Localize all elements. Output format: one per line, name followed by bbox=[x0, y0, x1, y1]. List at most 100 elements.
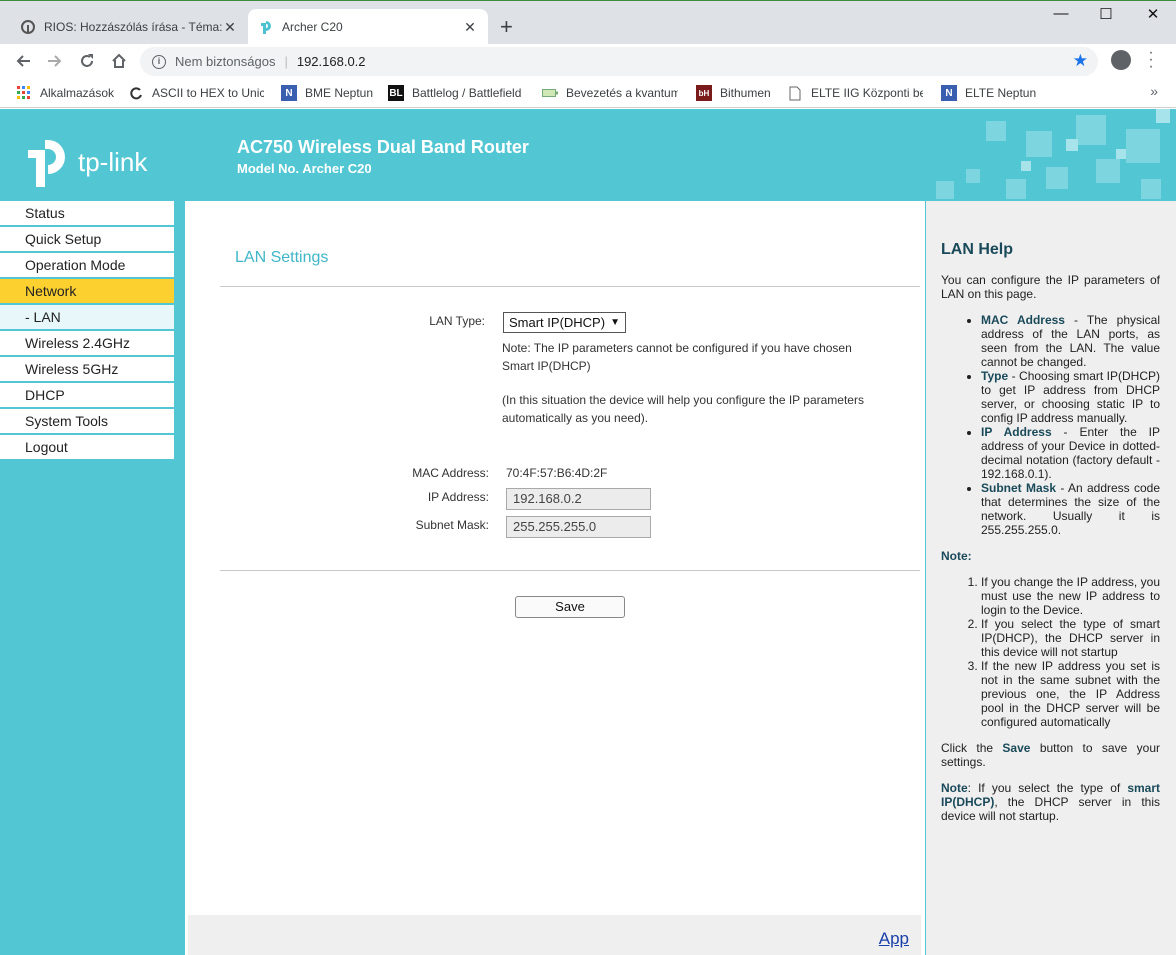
back-arrow-icon[interactable] bbox=[12, 50, 34, 72]
bookmark-label: Bithumen bbox=[720, 86, 771, 100]
more-bookmarks-icon[interactable]: » bbox=[1150, 83, 1158, 99]
menu-item-wireless-5[interactable]: Wireless 5GHz bbox=[0, 357, 174, 381]
app-link[interactable]: App bbox=[879, 929, 909, 949]
browser-menu-icon[interactable]: · · · bbox=[1146, 45, 1156, 75]
profile-avatar-icon[interactable] bbox=[1111, 50, 1131, 70]
bookmarks-bar: Alkalmazások ASCII to HEX to Unico N BME… bbox=[0, 78, 1176, 108]
menu-item-system-tools[interactable]: System Tools bbox=[0, 409, 174, 433]
bookmark-star-icon[interactable]: ★ bbox=[1073, 51, 1088, 71]
mac-address-label: MAC Address: bbox=[412, 466, 489, 480]
tab-rios[interactable]: RIOS: Hozzászólás írása - Téma: M ✕ bbox=[10, 9, 248, 45]
ip-address-label: IP Address: bbox=[427, 490, 489, 504]
help-item: Type - Choosing smart IP(DHCP) to get IP… bbox=[981, 369, 1160, 425]
header-decoration bbox=[936, 109, 1170, 199]
menu-item-wireless-24[interactable]: Wireless 2.4GHz bbox=[0, 331, 174, 355]
bookmark-label: Battlelog / Battlefield bbox=[412, 86, 522, 100]
divider: | bbox=[284, 54, 288, 69]
bookmark-battlelog[interactable]: BL Battlelog / Battlefield bbox=[388, 85, 524, 101]
bookmark-kvantum[interactable]: Bevezetés a kvantum bbox=[542, 85, 678, 101]
battlelog-icon: BL bbox=[388, 85, 404, 101]
new-tab-button[interactable]: + bbox=[500, 14, 513, 40]
subnet-mask-label: Subnet Mask: bbox=[415, 518, 489, 532]
brand-name: tp-link bbox=[78, 146, 148, 177]
reload-icon[interactable] bbox=[76, 50, 98, 72]
menu-item-lan[interactable]: - LAN bbox=[0, 305, 174, 329]
menu-item-operation-mode[interactable]: Operation Mode bbox=[0, 253, 174, 277]
browser-toolbar: i Nem biztonságos | 192.168.0.2 ★ · · · bbox=[0, 44, 1176, 78]
help-field-list: MAC Address - The physical address of th… bbox=[981, 313, 1160, 537]
help-note-title: Note: bbox=[941, 549, 972, 563]
bithumen-icon: bH bbox=[696, 85, 712, 101]
bookmark-label: ELTE Neptun bbox=[965, 86, 1037, 100]
dhcp-note: Note: The IP parameters cannot be config… bbox=[502, 339, 882, 375]
home-icon[interactable] bbox=[108, 50, 130, 72]
minimize-button[interactable]: — bbox=[1038, 5, 1084, 22]
menu-item-quick-setup[interactable]: Quick Setup bbox=[0, 227, 174, 251]
bookmark-label: ELTE IIG Központi bej bbox=[811, 86, 923, 100]
close-window-button[interactable]: ✕ bbox=[1130, 5, 1176, 23]
forum-favicon-icon bbox=[20, 19, 36, 35]
auto-config-note-line: automatically as you need). bbox=[502, 411, 649, 425]
forward-arrow-icon[interactable] bbox=[44, 50, 66, 72]
help-intro: You can configure the IP parameters of L… bbox=[941, 273, 1160, 301]
page-footer: App bbox=[188, 915, 921, 955]
bookmark-label: ASCII to HEX to Unico bbox=[152, 86, 264, 100]
security-label: Nem biztonságos bbox=[175, 54, 276, 69]
tab-title: Archer C20 bbox=[282, 20, 343, 34]
bookmark-ascii[interactable]: ASCII to HEX to Unico bbox=[128, 85, 264, 101]
help-note-item: If you change the IP address, you must u… bbox=[981, 575, 1160, 617]
save-button[interactable]: Save bbox=[515, 596, 625, 618]
bookmark-bithumen[interactable]: bH Bithumen bbox=[696, 85, 771, 101]
info-icon[interactable]: i bbox=[152, 54, 166, 69]
url-text[interactable]: 192.168.0.2 bbox=[297, 54, 366, 69]
router-page: tp-link AC750 Wireless Dual Band Router … bbox=[0, 109, 1176, 955]
neptun-icon: N bbox=[281, 85, 297, 101]
battery-icon bbox=[542, 85, 558, 101]
rotate-icon bbox=[128, 85, 144, 101]
divider bbox=[220, 286, 920, 287]
help-final-note: Note: If you select the type of smart IP… bbox=[941, 781, 1160, 823]
help-note-list: If you change the IP address, you must u… bbox=[981, 575, 1160, 729]
menu-item-dhcp[interactable]: DHCP bbox=[0, 383, 174, 407]
page-icon bbox=[787, 85, 803, 101]
address-bar[interactable]: i Nem biztonságos | 192.168.0.2 ★ bbox=[140, 47, 1098, 76]
mac-address-value: 70:4F:57:B6:4D:2F bbox=[506, 466, 608, 480]
tab-strip: RIOS: Hozzászólás írása - Téma: M ✕ Arch… bbox=[0, 0, 1176, 45]
apps-grid-icon bbox=[16, 85, 32, 101]
dropdown-arrow-icon: ▼ bbox=[610, 317, 620, 328]
help-title: LAN Help bbox=[941, 241, 1013, 258]
maximize-button[interactable]: ☐ bbox=[1083, 5, 1129, 23]
bookmark-elte-neptun[interactable]: N ELTE Neptun bbox=[941, 85, 1036, 101]
tab-title: RIOS: Hozzászólás írása - Téma: M bbox=[44, 20, 222, 34]
auto-config-note: (In this situation the device will help … bbox=[502, 391, 882, 427]
dhcp-note-line: Smart IP(DHCP) bbox=[502, 359, 591, 373]
dhcp-note-line: Note: The IP parameters cannot be config… bbox=[502, 341, 852, 355]
neptun-icon: N bbox=[941, 85, 957, 101]
bookmark-label: Bevezetés a kvantum bbox=[566, 86, 678, 100]
bookmark-label: BME Neptun bbox=[305, 86, 374, 100]
help-save-instruction: Click the Save button to save your setti… bbox=[941, 741, 1160, 769]
tplink-favicon-icon bbox=[258, 19, 274, 35]
close-tab-icon[interactable]: ✕ bbox=[462, 19, 478, 36]
lan-settings-panel: LAN Settings LAN Type: Smart IP(DHCP) ▼ … bbox=[185, 201, 925, 955]
bookmark-label: Alkalmazások bbox=[40, 86, 115, 100]
help-item: MAC Address - The physical address of th… bbox=[981, 313, 1160, 369]
menu-item-status[interactable]: Status bbox=[0, 201, 174, 225]
subnet-mask-field[interactable]: 255.255.255.0 bbox=[506, 516, 651, 538]
bookmark-elte-iig[interactable]: ELTE IIG Központi bej bbox=[787, 85, 923, 101]
divider bbox=[220, 570, 920, 571]
help-note-item: If the new IP address you set is not in … bbox=[981, 659, 1160, 729]
page-header: tp-link AC750 Wireless Dual Band Router … bbox=[0, 109, 1176, 201]
menu-item-network[interactable]: Network bbox=[0, 279, 174, 303]
router-title: AC750 Wireless Dual Band Router bbox=[237, 137, 529, 157]
tab-archer[interactable]: Archer C20 ✕ bbox=[248, 9, 488, 45]
close-tab-icon[interactable]: ✕ bbox=[222, 19, 238, 36]
lan-type-select[interactable]: Smart IP(DHCP) ▼ bbox=[503, 312, 626, 333]
navigation-menu: Status Quick Setup Operation Mode Networ… bbox=[0, 201, 175, 955]
router-model: Model No. Archer C20 bbox=[237, 161, 372, 176]
bookmark-bme-neptun[interactable]: N BME Neptun bbox=[281, 85, 373, 101]
bookmark-apps[interactable]: Alkalmazások bbox=[16, 85, 114, 101]
menu-item-logout[interactable]: Logout bbox=[0, 435, 174, 459]
ip-address-field[interactable]: 192.168.0.2 bbox=[506, 488, 651, 510]
help-panel: LAN Help You can configure the IP parame… bbox=[926, 201, 1176, 955]
